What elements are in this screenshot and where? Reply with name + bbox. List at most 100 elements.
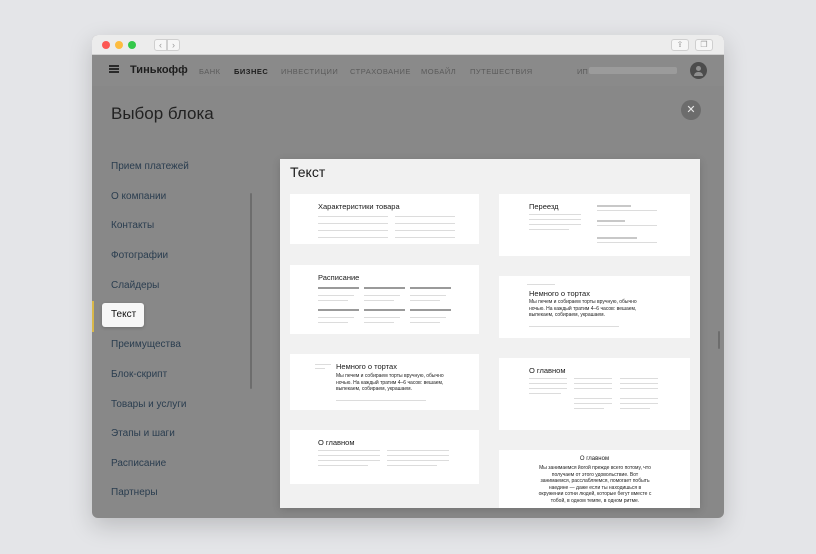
category-stages[interactable]: Этапы и шаги — [111, 428, 175, 439]
spec-line — [318, 223, 388, 224]
schedule-text — [410, 300, 440, 301]
schedule-rule — [410, 309, 451, 311]
schedule-rule — [364, 309, 405, 311]
text-line — [529, 224, 581, 225]
text-line — [597, 225, 657, 226]
nav-insurance[interactable]: СТРАХОВАНИЕ — [350, 67, 411, 76]
schedule-text — [410, 322, 440, 323]
browser-window: ‹ › ⇪ ❐ Тинькофф БАНК БИЗНЕС ИНВЕСТИЦИИ … — [92, 35, 724, 518]
block-card-about-main-left[interactable]: О главном — [290, 430, 479, 484]
col-text-line — [318, 455, 380, 456]
subhead-line — [597, 220, 625, 222]
close-icon[interactable]: ✕ — [681, 100, 701, 120]
category-contacts[interactable]: Контакты — [111, 220, 154, 231]
category-goods-services[interactable]: Товары и услуги — [111, 399, 187, 410]
side-note-line — [315, 364, 331, 365]
nav-mobile[interactable]: МОБАЙЛ — [421, 67, 456, 76]
nav-bank[interactable]: БАНК — [199, 67, 221, 76]
window-minimize-dot[interactable] — [115, 41, 123, 49]
block-preview-panel: Текст Характеристики товара Расписание Н… — [280, 159, 700, 508]
col-text-line — [620, 388, 658, 389]
card-text-line — [336, 400, 426, 401]
category-advantages[interactable]: Преимущества — [111, 339, 181, 350]
nav-investments[interactable]: ИНВЕСТИЦИИ — [281, 67, 338, 76]
category-script-block[interactable]: Блок-скрипт — [111, 369, 167, 380]
block-card-about-main-center[interactable]: О главном Мы занимаемся йогой прежде все… — [499, 450, 690, 508]
card-title: О главном — [318, 438, 355, 447]
text-line — [529, 219, 581, 220]
category-payments[interactable]: Прием платежей — [111, 161, 189, 172]
col-text-line — [387, 455, 449, 456]
schedule-text — [318, 295, 354, 296]
text-line — [529, 229, 569, 230]
card-title: О главном — [579, 456, 610, 462]
card-title: Переезд — [529, 202, 559, 211]
page-scrollbar[interactable] — [718, 331, 720, 349]
site-header: Тинькофф БАНК БИЗНЕС ИНВЕСТИЦИИ СТРАХОВА… — [92, 55, 724, 86]
category-text[interactable]: Текст — [102, 303, 144, 327]
col-text-line — [387, 450, 449, 451]
col-text-line — [620, 403, 658, 404]
subhead-line — [597, 237, 637, 239]
col-text-line — [387, 460, 449, 461]
spec-line — [395, 237, 455, 238]
categories-scrollbar[interactable] — [250, 193, 252, 389]
spec-line — [318, 230, 388, 231]
category-partners[interactable]: Партнеры — [111, 487, 158, 498]
share-icon[interactable]: ⇪ — [671, 39, 689, 51]
back-arrow-icon[interactable]: ‹ — [154, 39, 167, 51]
avatar[interactable] — [690, 62, 707, 79]
modal-title: Выбор блока — [111, 104, 214, 123]
window-maximize-dot[interactable] — [128, 41, 136, 49]
user-account-name-redacted[interactable] — [589, 67, 677, 74]
card-text: Мы занимаемся йогой прежде всего потому,… — [538, 465, 652, 504]
spec-line — [395, 223, 455, 224]
block-card-about-main-right[interactable]: О главном — [499, 358, 690, 430]
tabs-icon[interactable]: ❐ — [695, 39, 713, 51]
nav-travel[interactable]: ПУТЕШЕСТВИЯ — [470, 67, 533, 76]
col-text-line — [318, 450, 380, 451]
category-photos[interactable]: Фотографии — [111, 250, 168, 261]
card-title: О главном — [529, 366, 566, 375]
caption-line — [527, 284, 555, 285]
col-text-line — [574, 378, 612, 379]
col-text-line — [574, 383, 612, 384]
schedule-text — [410, 317, 446, 318]
card-title: Немного о тортах — [336, 362, 397, 371]
schedule-text — [318, 317, 354, 318]
category-schedule[interactable]: Расписание — [111, 458, 166, 469]
schedule-text — [318, 322, 348, 323]
block-card-characteristics[interactable]: Характеристики товара — [290, 194, 479, 244]
col-text-line — [318, 460, 380, 461]
block-card-about-cakes-left[interactable]: Немного о тортах Мы печем и собираем тор… — [290, 354, 479, 410]
col-text-line — [318, 465, 368, 466]
panel-title: Текст — [290, 164, 326, 180]
browser-titlebar: ‹ › ⇪ ❐ — [92, 35, 724, 55]
schedule-rule — [364, 287, 405, 289]
col-text-line — [620, 398, 658, 399]
side-note-line — [315, 368, 325, 369]
block-card-moving[interactable]: Переезд — [499, 194, 690, 256]
text-line — [597, 242, 657, 243]
forward-arrow-icon[interactable]: › — [167, 39, 180, 51]
col-text-line — [574, 388, 612, 389]
logo[interactable]: Тинькофф — [130, 64, 188, 76]
schedule-text — [318, 300, 348, 301]
spec-line — [395, 230, 455, 231]
nav-business[interactable]: БИЗНЕС — [234, 67, 268, 76]
col-text-line — [529, 378, 567, 379]
category-sliders[interactable]: Слайдеры — [111, 280, 159, 291]
block-card-schedule[interactable]: Расписание — [290, 265, 479, 334]
user-account-prefix[interactable]: ИП — [577, 67, 588, 76]
selected-marker — [92, 301, 94, 332]
col-text-line — [387, 465, 437, 466]
col-text-line — [620, 408, 650, 409]
schedule-rule — [318, 287, 359, 289]
card-text-line — [529, 326, 619, 327]
menu-icon[interactable] — [109, 65, 119, 73]
category-about-company[interactable]: О компании — [111, 191, 166, 202]
window-close-dot[interactable] — [102, 41, 110, 49]
spec-line — [318, 216, 388, 217]
block-card-about-cakes-right[interactable]: Немного о тортах Мы печем и собираем тор… — [499, 276, 690, 338]
schedule-rule — [318, 309, 359, 311]
